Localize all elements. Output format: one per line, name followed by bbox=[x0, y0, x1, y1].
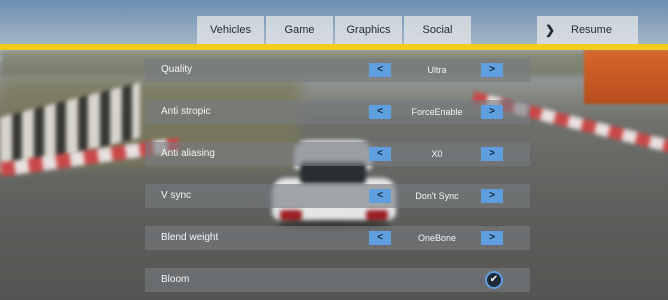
setting-label: Bloom bbox=[161, 274, 190, 285]
chevron-right-icon: ❯ bbox=[545, 23, 556, 37]
tab-vehicles[interactable]: Vehicles bbox=[197, 16, 264, 44]
setting-label: Blend weight bbox=[161, 232, 219, 243]
anti-aliasing-next-button[interactable]: > bbox=[481, 147, 503, 161]
anti-stropic-next-button[interactable]: > bbox=[481, 105, 503, 119]
v-sync-next-button[interactable]: > bbox=[481, 189, 503, 203]
bloom-checkbox[interactable]: ✔ bbox=[485, 271, 503, 289]
tab-social[interactable]: Social bbox=[404, 16, 471, 44]
v-sync-prev-button[interactable]: < bbox=[369, 189, 391, 203]
anti-aliasing-prev-button[interactable]: < bbox=[369, 147, 391, 161]
checkmark-icon: ✔ bbox=[489, 274, 499, 285]
resume-button[interactable]: ❯ Resume bbox=[537, 16, 638, 44]
anti-stropic-prev-button[interactable]: < bbox=[369, 105, 391, 119]
anti-aliasing-value: X0 bbox=[431, 149, 443, 159]
resume-label: Resume bbox=[571, 24, 612, 36]
quality-next-button[interactable]: > bbox=[481, 63, 503, 77]
menu-tabs: Vehicles Game Graphics Social bbox=[197, 16, 471, 44]
shipping-container bbox=[584, 50, 668, 104]
setting-row-anti-aliasing: Anti aliasing < X0 > bbox=[145, 142, 530, 166]
setting-row-anti-stropic: Anti stropic < ForceEnable > bbox=[145, 100, 530, 124]
tab-game[interactable]: Game bbox=[266, 16, 333, 44]
quality-value: Ultra bbox=[427, 65, 447, 75]
setting-label: V sync bbox=[161, 190, 192, 201]
header-divider bbox=[0, 44, 668, 50]
quality-prev-button[interactable]: < bbox=[369, 63, 391, 77]
setting-label: Anti stropic bbox=[161, 106, 211, 117]
blend-weight-next-button[interactable]: > bbox=[481, 231, 503, 245]
setting-label: Quality bbox=[161, 64, 193, 75]
tab-graphics[interactable]: Graphics bbox=[335, 16, 402, 44]
setting-row-v-sync: V sync < Don't Sync > bbox=[145, 184, 530, 208]
v-sync-value: Don't Sync bbox=[415, 191, 459, 201]
car-taillight-right bbox=[366, 210, 388, 220]
anti-stropic-value: ForceEnable bbox=[411, 107, 463, 117]
setting-row-blend-weight: Blend weight < OneBone > bbox=[145, 226, 530, 250]
setting-row-bloom: Bloom ✔ bbox=[145, 268, 530, 292]
setting-label: Anti aliasing bbox=[161, 148, 215, 159]
setting-row-quality: Quality < Ultra > bbox=[145, 58, 530, 82]
car-taillight-left bbox=[280, 210, 302, 220]
blend-weight-prev-button[interactable]: < bbox=[369, 231, 391, 245]
blend-weight-value: OneBone bbox=[417, 233, 457, 243]
